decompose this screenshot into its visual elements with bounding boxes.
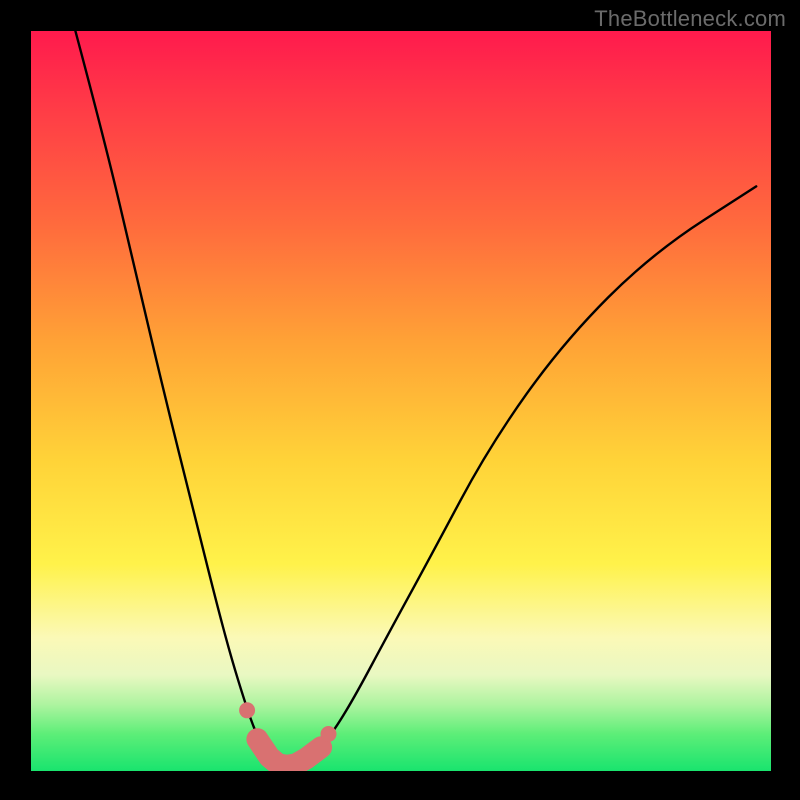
plot-area [31, 31, 771, 771]
bottleneck-curve-svg [31, 31, 771, 771]
curve-layer [75, 31, 756, 767]
marker-dot-right [321, 726, 337, 742]
chart-frame: TheBottleneck.com [0, 0, 800, 800]
watermark-label: TheBottleneck.com [594, 6, 786, 32]
bottleneck-curve [75, 31, 756, 767]
marker-sausage [257, 739, 321, 766]
marker-dot-left [239, 702, 255, 718]
marker-layer [239, 702, 336, 766]
